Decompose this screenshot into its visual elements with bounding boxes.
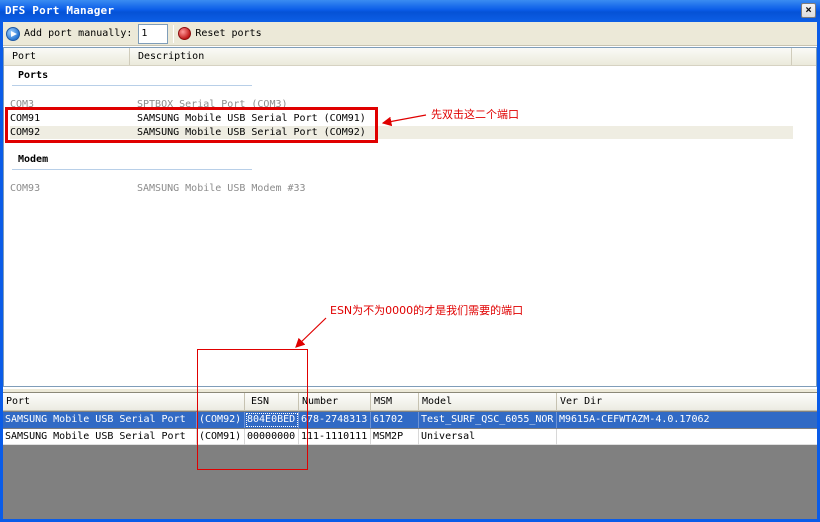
cell-number: 111-1110111 xyxy=(299,429,371,445)
column-header-msm[interactable]: MSM xyxy=(371,393,419,411)
port-name: COM93 xyxy=(10,183,41,194)
port-description: SAMSUNG Mobile USB Modem #33 xyxy=(137,183,306,194)
cell-ver-dir: M9615A-CEFWTAZM-4.0.17062 xyxy=(559,414,710,425)
reset-icon xyxy=(178,27,192,40)
column-header-description[interactable]: Description xyxy=(130,48,792,65)
cell-number: 678-2748313 xyxy=(299,412,371,428)
toolbar-separator xyxy=(173,24,175,43)
device-grid-header: Port ESN Number MSM Model Ver Dir xyxy=(3,393,817,411)
cell-msm: 61702 xyxy=(371,412,419,428)
title-bar[interactable]: DFS Port Manager × xyxy=(0,0,820,22)
annotation-note-esn: ESN为不为0000的才是我们需要的端口 xyxy=(330,304,524,317)
add-port-button[interactable]: Add port manually: xyxy=(6,24,132,44)
window-title: DFS Port Manager xyxy=(5,4,115,17)
toolbar: Add port manually: Reset ports xyxy=(3,22,817,46)
device-grid[interactable]: Port ESN Number MSM Model Ver Dir SAMSUN… xyxy=(3,393,817,519)
cell-model: Test_SURF_QSC_6055_NOR xyxy=(419,412,557,428)
device-row-com92[interactable]: SAMSUNG Mobile USB Serial Port (COM92) 8… xyxy=(3,412,817,428)
group-label-modem: Modem xyxy=(18,154,49,165)
add-port-label: Add port manually: xyxy=(24,28,133,39)
annotation-box-ports xyxy=(5,107,378,143)
cell-msm: MSM2P xyxy=(371,429,419,445)
annotation-box-esn xyxy=(197,349,308,470)
group-label-ports: Ports xyxy=(18,70,49,81)
group-divider-ports xyxy=(12,85,252,86)
cell-port: SAMSUNG Mobile USB Serial Port xyxy=(3,412,197,428)
cell-ver-dir xyxy=(557,429,817,445)
play-icon xyxy=(6,26,20,41)
port-number-input[interactable] xyxy=(138,23,169,44)
column-header-port[interactable]: Port xyxy=(4,48,130,65)
reset-ports-button[interactable]: Reset ports xyxy=(178,24,262,44)
column-header-model[interactable]: Model xyxy=(419,393,557,411)
port-row-com93[interactable]: COM93 SAMSUNG Mobile USB Modem #33 xyxy=(10,182,790,195)
column-header-ver-dir[interactable]: Ver Dir xyxy=(557,393,817,411)
column-header-number[interactable]: Number xyxy=(299,393,371,411)
annotation-note-ports: 先双击这二个端口 xyxy=(431,108,519,121)
port-list[interactable]: Port Description Ports COM3 SPTBOX Seria… xyxy=(3,47,817,387)
device-row-com91[interactable]: SAMSUNG Mobile USB Serial Port (COM91) 0… xyxy=(3,429,817,445)
cell-port: SAMSUNG Mobile USB Serial Port xyxy=(3,429,197,445)
cell-model: Universal xyxy=(419,429,557,445)
port-list-header: Port Description xyxy=(4,48,816,66)
reset-ports-label: Reset ports xyxy=(195,28,262,39)
close-icon: × xyxy=(805,3,812,16)
close-button[interactable]: × xyxy=(801,3,816,18)
group-divider-modem xyxy=(12,169,252,170)
